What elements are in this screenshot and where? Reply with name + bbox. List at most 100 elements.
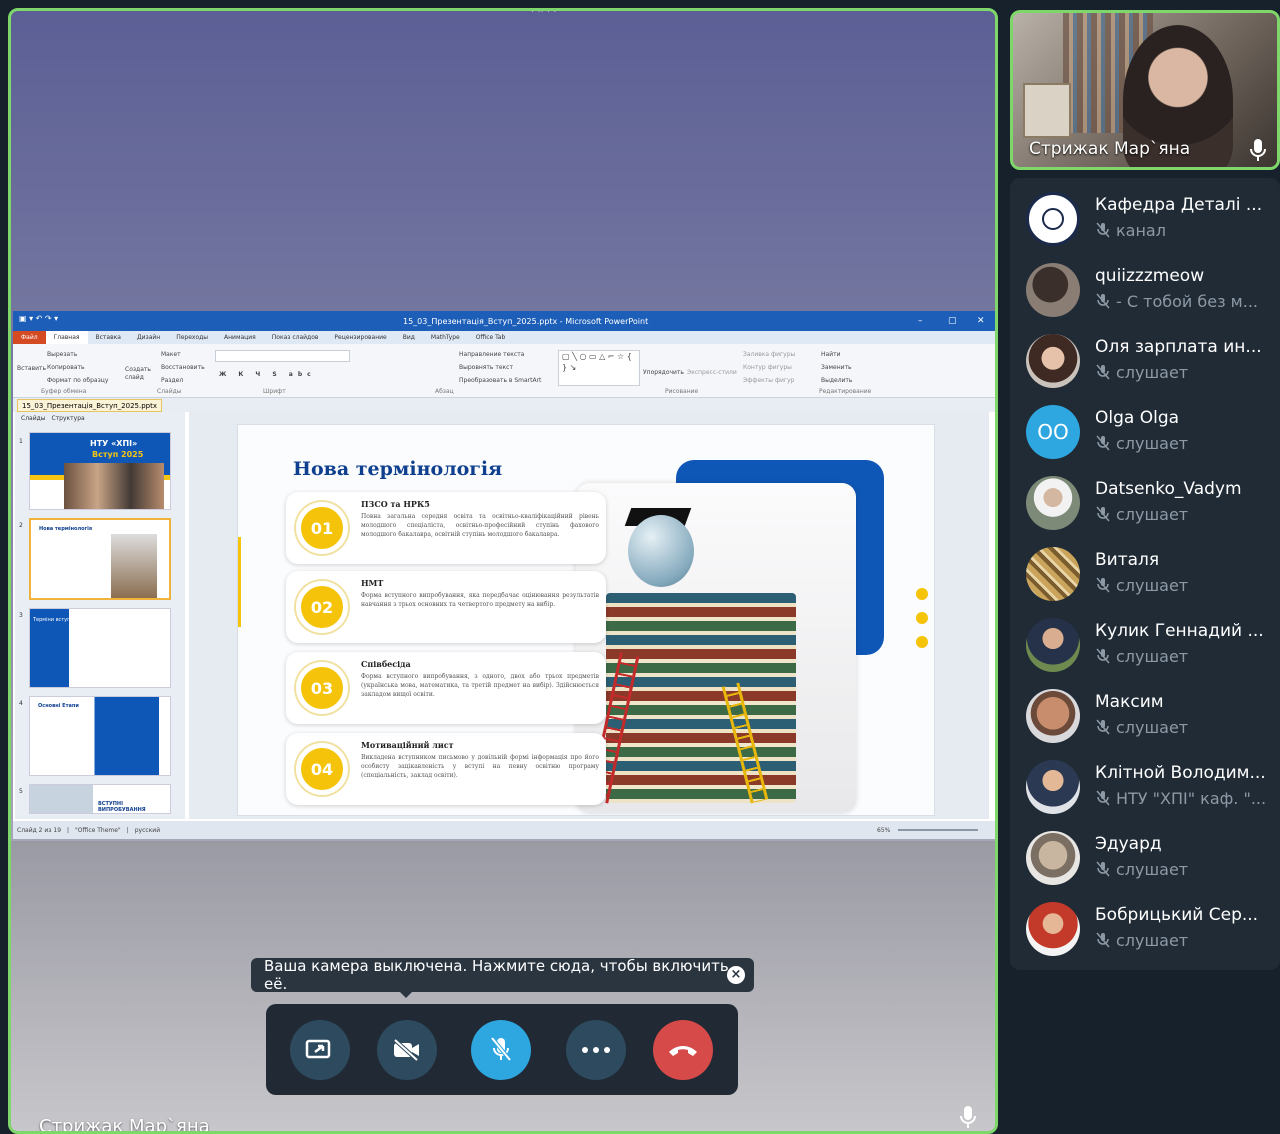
more-options-button[interactable] [566,1020,626,1080]
tab-transitions[interactable]: Переходы [168,334,216,341]
tab-insert[interactable]: Вставка [88,334,129,341]
participant-status-text: канал [1116,221,1166,240]
participant-row[interactable]: Кафедра Деталі ... канал [1010,178,1280,248]
tab-file[interactable]: Файл [13,331,46,344]
align-text-button[interactable]: Выровнять текст [459,361,541,374]
shape-outline-button[interactable]: Контур фигуры [743,361,795,374]
cut-button[interactable]: Вырезать [47,348,108,361]
participant-name: Бобрицький Сер... [1095,905,1259,925]
close-icon[interactable]: ✕ [977,316,985,326]
tab-office-tab[interactable]: Office Tab [468,334,514,341]
text-direction-button[interactable]: Направление текста [459,348,541,361]
participant-row[interactable]: Бобрицький Сер... слушает [1010,888,1280,958]
tab-animation[interactable]: Анимация [216,334,264,341]
camera-toggle-button[interactable] [377,1020,437,1080]
slide-accent-bar [238,537,241,627]
zoom-slider[interactable] [898,829,978,831]
term-card-1: 01 ПЗСО та НРК5 Повна загальна середня о… [286,492,606,564]
new-slide-button[interactable]: Создать слайд [125,366,155,382]
shape-effects-button[interactable]: Эффекты фигур [743,374,795,387]
mic-muted-icon [1096,648,1110,664]
section-button[interactable]: Раздел [161,374,205,387]
clipboard-group: Вырезать Копировать Формат по образцу [47,348,108,387]
participant-row[interactable]: Эдуард слушает [1010,817,1280,887]
ppt-titlebar: ▣ ▾ ↶ ↷ ▾ 15_03_Презентація_Вступ_2025.p… [13,311,995,331]
smartart-button[interactable]: Преобразовать в SmartArt [459,374,541,387]
font-controls[interactable] [215,350,350,362]
globe-image [628,515,694,587]
tab-slideshow[interactable]: Показ слайдов [264,334,327,341]
participant-row[interactable]: Виталя слушает [1010,533,1280,603]
tooltip-close-icon[interactable]: × [727,966,745,984]
participant-row[interactable]: quiizzzmeow - С тобой без м... [1010,249,1280,319]
end-call-button[interactable] [653,1020,713,1080]
camera-off-tooltip[interactable]: Ваша камера выключена. Нажмите сюда, что… [251,957,754,998]
participant-name: Кафедра Деталі ... [1095,195,1263,215]
select-button[interactable]: Выделить [821,374,852,387]
status-theme: "Office Theme" [75,826,121,834]
participant-status-text: НТУ "ХПІ" каф. "... [1116,789,1267,808]
participant-status: слушает [1095,718,1273,737]
slide-thumbnail-4[interactable]: Основні Етапи [29,696,171,776]
layout-button[interactable]: Макет [161,348,205,361]
replace-button[interactable]: Заменить [821,361,852,374]
tab-design[interactable]: Дизайн [129,334,168,341]
participants-list: Кафедра Деталі ... канал quiizzzmeow - С… [1010,178,1280,970]
slide-thumbnail-3[interactable]: Терміни вступу [29,608,171,688]
status-zoom[interactable]: 65% [877,827,890,834]
tab-mathtype[interactable]: MathType [423,334,468,341]
participant-name: Максим [1095,692,1164,712]
speaker-tile-mic-icon [1250,139,1266,161]
thumb-number-3: 3 [19,612,23,619]
drawing-group: Заливка фигуры Контур фигуры Эффекты фиг… [743,348,795,387]
arrange-button[interactable]: Упорядочить [643,366,684,379]
document-tab[interactable]: 15_03_Презентація_Вступ_2025.pptx [17,398,162,412]
quick-styles-button[interactable]: Экспресс-стили [687,366,737,379]
participant-row[interactable]: Максим слушает [1010,675,1280,745]
slide-title: Нова термінологія [293,458,503,480]
screen-share-button[interactable] [290,1020,350,1080]
participant-status-text: слушает [1116,363,1189,382]
font-format-buttons[interactable]: Ж К Ч S abc [219,368,316,381]
thumb-number-5: 5 [19,788,23,795]
slide-thumbnail-5[interactable]: ВСТУПНІ ВИПРОБУВАННЯ [29,784,171,814]
tab-home[interactable]: Главная [45,331,88,344]
tab-view[interactable]: Вид [395,334,423,341]
tab-outline[interactable]: Структура [52,415,85,422]
term-card-2: 02 НМТ Форма вступного випробування, яка… [286,571,606,643]
reset-button[interactable]: Восстановить [161,361,205,374]
mic-muted-icon [1096,435,1110,451]
speaker-camera-tile[interactable]: Стрижак Мар`яна [1010,10,1280,170]
maximize-icon[interactable]: ▢ [948,316,957,326]
paste-button[interactable]: Вставить [17,362,46,375]
mic-muted-icon [1096,293,1110,309]
participant-row[interactable]: Оля зарплата ин... слушает [1010,320,1280,390]
tab-slides[interactable]: Слайды [21,415,46,422]
tab-review[interactable]: Рецензирование [326,334,394,341]
participant-status: - С тобой без м... [1095,292,1273,311]
current-slide[interactable]: Нова термінологія 01 ПЗСО та НРК5 Повна … [237,424,935,816]
participant-row[interactable]: Datsenko_Vadym слушает [1010,462,1280,532]
stage-mic-icon [960,1106,976,1128]
participant-row[interactable]: Клітной Володим... НТУ "ХПІ" каф. "... [1010,746,1280,816]
participant-status-text: слушает [1116,647,1189,666]
participant-row[interactable]: Кулик Геннадий ... слушает [1010,604,1280,674]
participant-name: Кулик Геннадий ... [1095,621,1264,641]
editing-group: Найти Заменить Выделить [821,348,852,387]
slide-thumbnail-2[interactable]: Нова термінологія [29,518,171,600]
participant-status: канал [1095,221,1273,240]
participant-avatar [1026,192,1080,246]
term-number-badge: 04 [296,743,348,795]
mic-toggle-button[interactable] [471,1020,531,1080]
shape-fill-button[interactable]: Заливка фигуры [743,348,795,361]
copy-button[interactable]: Копировать [47,361,108,374]
format-painter-button[interactable]: Формат по образцу [47,374,108,387]
participant-row[interactable]: OO Olga Olga слушает [1010,391,1280,461]
shapes-gallery[interactable]: ▢ ╲ ○ ▭ △ ⌐ ☆ { } ↘ [558,350,640,386]
minimize-icon[interactable]: – [918,316,923,326]
stage-speaker-name: Стрижак Мар`яна [39,1116,210,1134]
thumb1-subtitle: Вступ 2025 [92,450,144,459]
find-button[interactable]: Найти [821,348,852,361]
thumb4-title: Основні Етапи [38,703,79,709]
slide-thumbnail-1[interactable]: НТУ «ХПІ» Вступ 2025 [29,432,171,510]
